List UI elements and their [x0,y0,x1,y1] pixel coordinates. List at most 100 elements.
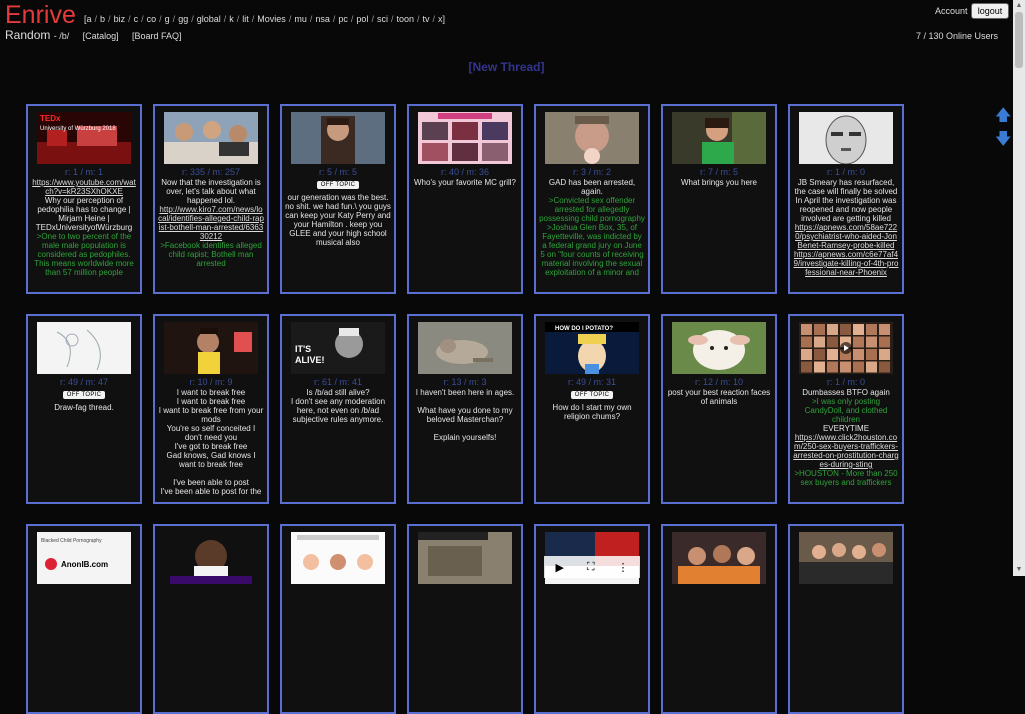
thread-card[interactable]: r: 7 / m: 5 What brings you here [661,104,777,294]
thread-excerpt: https://www.youtube.com/watch?v=kR23SXhO… [28,178,140,277]
thread-card[interactable]: r: 49 / m: 47 OFF TOPIC Draw-fag thread. [26,314,142,504]
fullscreen-icon[interactable]: ⛶ [587,561,595,574]
thread-card[interactable]: r: 10 / m: 9I want to break free I want … [153,314,269,504]
thread-link[interactable]: https://apnews.com/58ae7220/psychiatrist… [793,223,899,250]
thread-card[interactable] [407,524,523,714]
infographic-thumbnail[interactable] [291,532,385,584]
reply-count: r: 49 / m: 47 [59,377,109,387]
potato-thumbnail[interactable]: HOW DO I POTATO? [545,322,639,374]
thread-card[interactable]: r: 40 / m: 36 Who's your favorite MC gril… [407,104,523,294]
board-link-pc[interactable]: pc [338,14,348,24]
thread-card[interactable]: r: 1 / m: 0 JB Smeary has resurfaced, the… [788,104,904,294]
thread-card[interactable]: ▶ ⛶ ⋮ [534,524,650,714]
board-link-pol[interactable]: pol [356,14,368,24]
thread-excerpt: Dumbasses BTFO again >I was only posting … [790,388,902,487]
board-link-movies[interactable]: Movies [257,14,286,24]
thread-card[interactable]: HOW DO I POTATO? r: 49 / m: 31 OFF TOPIC Ho… [534,314,650,504]
board-link-mu[interactable]: mu [294,14,307,24]
board-faq-link[interactable]: [Board FAQ] [132,31,182,41]
new-thread-link[interactable]: [New Thread] [0,60,1013,74]
tedx-thumbnail[interactable]: TEDx University of Würzburg 2018 [37,112,131,164]
actor-thumbnail[interactable] [291,112,385,164]
crowd-thumbnail[interactable] [799,532,893,584]
thread-card[interactable]: r: 12 / m: 10 post your best reaction fac… [661,314,777,504]
thread-card[interactable]: r: 1 / m: 0 Dumbasses BTFO again >I was on… [788,314,904,504]
reply-count: r: 3 / m: 2 [572,167,611,177]
board-link-c[interactable]: c [134,14,139,24]
thread-link[interactable]: http://www.kiro7.com/news/local/identifi… [158,205,264,241]
board-link-global[interactable]: global [197,14,221,24]
nav-separator: / [251,14,255,24]
scroll-down-icon[interactable]: ▼ [1015,566,1023,574]
collage-thumbnail[interactable] [418,112,512,164]
drawing-thumbnail[interactable] [37,322,131,374]
catalog-link[interactable]: [Catalog] [83,31,119,41]
more-options-icon[interactable]: ⋮ [618,561,629,574]
board-link-tv[interactable]: tv [423,14,430,24]
logout-button[interactable]: logout [971,3,1009,19]
board-link-a[interactable]: a [87,14,92,24]
top-bar: Enrive [a / b / biz / c / co / g / gg / global / k / lit / M… [0,0,1013,46]
thread-card[interactable] [661,524,777,714]
arrow-up-icon[interactable]: 🡅 [995,108,1011,124]
thread-excerpt: How do I start my own religion chums? [536,403,648,421]
account-link[interactable]: Account [935,6,968,16]
sketch-thumbnail[interactable] [799,112,893,164]
thread-card[interactable]: r: 13 / m: 3I haven't been here in ages.… [407,314,523,504]
anonib-thumbnail[interactable]: Blacked Child Pornography AnonIB.com [37,532,131,584]
faces-grid-thumbnail[interactable] [799,322,893,374]
board-link-g[interactable]: g [165,14,170,24]
thread-link-2[interactable]: https://www.click2houston.com/250-sex-bu… [793,433,899,469]
board-link-sci[interactable]: sci [377,14,388,24]
screenshot-thumbnail[interactable] [418,532,512,584]
cat-thumbnail[interactable] [418,322,512,374]
news-thumbnail[interactable] [164,112,258,164]
freddie-thumbnail[interactable] [164,322,258,374]
mugshot-thumbnail[interactable] [545,112,639,164]
thread-card[interactable]: TEDx University of Würzburg 2018 r: 1 / m:… [26,104,142,294]
board-link-toon[interactable]: toon [396,14,414,24]
thread-text: our generation was the best. no shit. we… [285,193,391,247]
thread-card[interactable]: r: 5 / m: 5 OFF TOPIC our generation was t… [280,104,396,294]
nav-separator: / [108,14,111,24]
play-icon[interactable]: ▶ [555,561,563,574]
thread-card[interactable] [153,524,269,714]
thread-card[interactable]: r: 3 / m: 2 GAD has been arrested, again.… [534,104,650,294]
board-link-co[interactable]: co [147,14,157,24]
thread-excerpt: Now that the investigation is over, let'… [155,178,267,268]
thread-card[interactable]: IT'S ALIVE! r: 61 / m: 41 Is /b/ad still al… [280,314,396,504]
svg-text:Blacked Child Pornography: Blacked Child Pornography [41,538,102,544]
portrait-thumbnail[interactable] [164,532,258,584]
nav-separator: / [128,14,131,24]
thread-link-2[interactable]: https://apnews.com/c6e77af49/investigate… [793,250,899,277]
webcam-thumbnail[interactable] [672,112,766,164]
thread-card[interactable] [788,524,904,714]
board-link-biz[interactable]: biz [114,14,126,24]
greentext: >Convicted sex offender arrested for all… [539,196,645,277]
thread-card[interactable] [280,524,396,714]
board-link-lit[interactable]: lit [242,14,249,24]
scroll-up-icon[interactable]: ▲ [1015,2,1023,10]
page-scrollbar[interactable]: ▲ ▼ [1013,0,1025,576]
nav-separator: / [390,14,394,24]
site-title[interactable]: Enrive [5,1,76,30]
thread-card[interactable]: Blacked Child Pornography AnonIB.com [26,524,142,714]
scroll-thumb[interactable] [1015,12,1023,68]
lamb-thumbnail[interactable] [672,322,766,374]
board-link-gg[interactable]: gg [178,14,188,24]
board-link-b[interactable]: b [100,14,105,24]
thread-link[interactable]: https://www.youtube.com/watch?v=kR23SXhO… [31,178,137,196]
board-link-nsa[interactable]: nsa [315,14,330,24]
arrow-down-icon[interactable]: 🡇 [995,132,1011,148]
video-controls[interactable]: ▶ ⛶ ⋮ [544,556,640,578]
thread-excerpt: I haven't been here in ages. What have y… [409,388,521,442]
thread-text: JB Smeary has resurfaced, the case will … [794,178,898,223]
nav-separator: / [350,14,354,24]
nav-separator: / [371,14,374,24]
greentext: >One to two percent of the male male pop… [34,232,134,277]
thread-card[interactable]: r: 335 / m: 257 Now that the investigatio… [153,104,269,294]
its-alive-thumbnail[interactable]: IT'SALIVE! [291,322,385,374]
group-thumbnail[interactable] [672,532,766,584]
board-link-k[interactable]: k [229,14,234,24]
nav-separator: / [223,14,227,24]
